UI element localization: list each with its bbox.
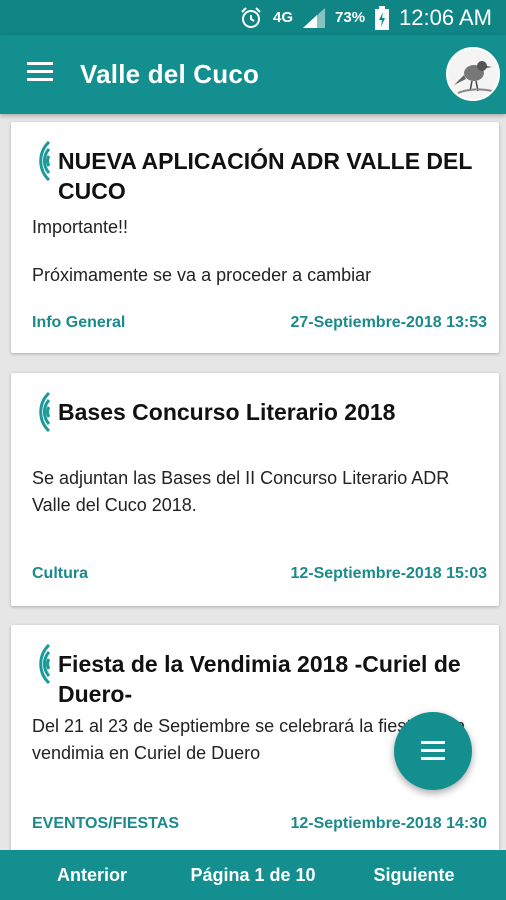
news-body-line: Próximamente se va a proceder a cambiar xyxy=(32,265,372,285)
bird-icon xyxy=(454,61,493,94)
news-body: Importante!! Próximamente se va a proced… xyxy=(32,214,483,310)
news-body-line: Importante!! xyxy=(32,217,129,237)
page-indicator: Página 1 de 10 xyxy=(190,864,316,885)
news-card[interactable]: Bases Concurso Literario 2018 Se adjunta… xyxy=(11,373,499,606)
news-date: 12-Septiembre-2018 15:03 xyxy=(290,565,487,582)
broadcast-icon xyxy=(39,643,51,685)
avatar[interactable] xyxy=(446,47,500,101)
news-body-line: Se adjuntan las Bases del II Concurso Li… xyxy=(32,468,450,515)
battery-percent: 73% xyxy=(335,9,366,26)
list-icon xyxy=(421,741,445,761)
news-date: 27-Septiembre-2018 13:53 xyxy=(290,314,487,331)
fab-menu-button[interactable] xyxy=(394,712,472,790)
news-title: Bases Concurso Literario 2018 xyxy=(58,399,396,425)
news-category: Cultura xyxy=(32,565,88,582)
pagination-bar: Anterior Página 1 de 10 Siguiente xyxy=(0,850,506,900)
hamburger-menu-icon[interactable] xyxy=(27,62,53,82)
broadcast-icon xyxy=(39,140,51,182)
battery-icon xyxy=(375,5,390,30)
network-type: 4G xyxy=(273,9,294,26)
status-bar: 4G 73% 12:06 AM xyxy=(0,0,506,35)
news-body: Se adjuntan las Bases del II Concurso Li… xyxy=(32,465,483,540)
clock: 12:06 AM xyxy=(399,4,492,30)
next-page-button[interactable]: Siguiente xyxy=(322,865,506,886)
previous-page-button[interactable]: Anterior xyxy=(0,865,184,886)
app-title: Valle del Cuco xyxy=(80,59,260,89)
alarm-icon xyxy=(241,6,261,28)
news-title: Fiesta de la Vendimia 2018 -Curiel de Du… xyxy=(58,651,461,707)
broadcast-icon xyxy=(39,391,51,433)
news-card[interactable]: NUEVA APLICACIÓN ADR VALLE DEL CUCO Impo… xyxy=(11,122,499,353)
app-bar: Valle del Cuco xyxy=(0,35,506,114)
news-category: EVENTOS/FIESTAS xyxy=(32,815,179,832)
signal-icon xyxy=(303,7,326,28)
news-date: 12-Septiembre-2018 14:30 xyxy=(290,815,487,832)
news-category: Info General xyxy=(32,314,126,331)
news-title: NUEVA APLICACIÓN ADR VALLE DEL CUCO xyxy=(58,148,473,204)
